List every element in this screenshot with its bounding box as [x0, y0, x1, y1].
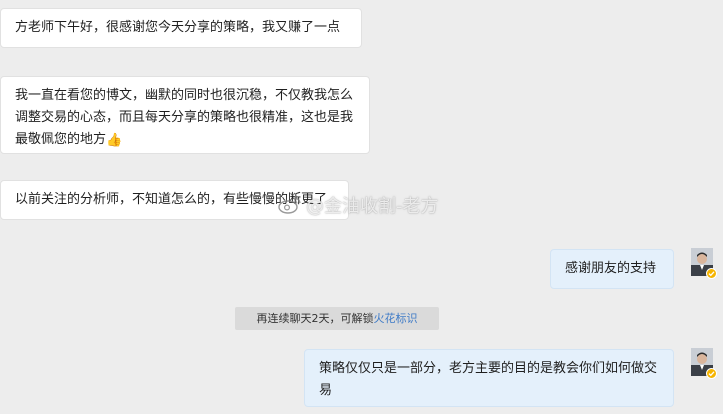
message-text: 我一直在看您的博文，幽默的同时也很沉稳，不仅教我怎么调整交易的心态，而且每天分享…	[15, 88, 354, 147]
thumbs-up-icon: 👍	[106, 133, 123, 148]
message-text: 感谢朋友的支持	[565, 261, 657, 276]
watermark: @金油收割-老方	[278, 192, 439, 218]
message-bubble-incoming[interactable]: 方老师下午好，很感谢您今天分享的策略，我又赚了一点	[0, 8, 362, 48]
message-text: 方老师下午好，很感谢您今天分享的策略，我又赚了一点	[15, 20, 341, 35]
sender-avatar[interactable]	[691, 348, 717, 379]
system-notice: 再连续聊天2天，可解锁火花标识	[235, 307, 439, 330]
sender-avatar[interactable]	[691, 248, 717, 279]
message-bubble-outgoing[interactable]: 感谢朋友的支持	[550, 249, 674, 289]
watermark-text: @金油收割-老方	[306, 196, 439, 217]
message-text: 策略仅仅只是一部分，老方主要的目的是教会你们如何做交易	[319, 361, 658, 398]
system-notice-text: 再连续聊天2天，可解锁	[256, 312, 374, 325]
weibo-icon	[278, 195, 302, 215]
chat-area: 方老师下午好，很感谢您今天分享的策略，我又赚了一点 我一直在看您的博文，幽默的同…	[0, 0, 723, 414]
message-bubble-outgoing[interactable]: 策略仅仅只是一部分，老方主要的目的是教会你们如何做交易	[304, 349, 674, 407]
verified-badge-icon	[706, 368, 717, 379]
verified-badge-icon	[706, 268, 717, 279]
message-bubble-incoming[interactable]: 我一直在看您的博文，幽默的同时也很沉稳，不仅教我怎么调整交易的心态，而且每天分享…	[0, 76, 370, 154]
spark-badge-link[interactable]: 火花标识	[374, 312, 418, 325]
